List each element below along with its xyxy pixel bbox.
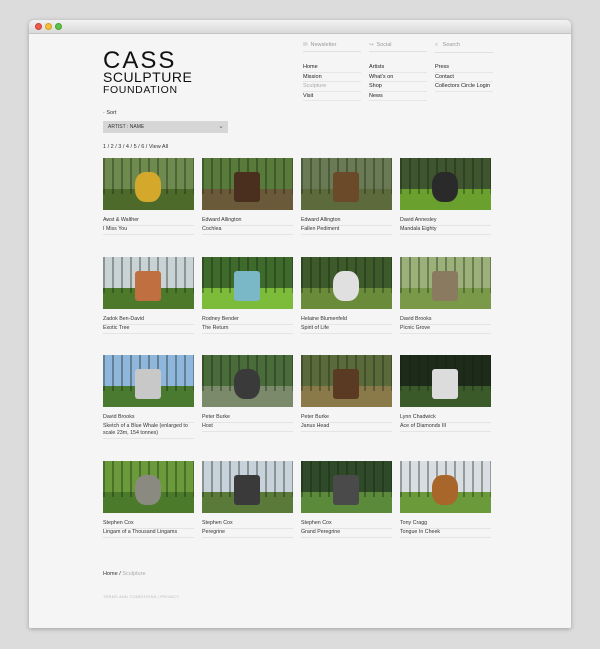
sculpture-thumbnail[interactable]	[301, 461, 392, 513]
sculpture-title[interactable]: Sketch of a Blue Whale (enlarged to scal…	[103, 423, 194, 439]
sculpture-title[interactable]: Janus Head	[301, 423, 392, 432]
sculpture-thumbnail[interactable]	[400, 461, 491, 513]
artist-name[interactable]: Lynn Chadwick	[400, 414, 491, 423]
sculpture-title[interactable]: The Return	[202, 325, 293, 334]
sculpture-title[interactable]: Grand Peregrine	[301, 529, 392, 538]
sculpture-title[interactable]: Ace of Diamonds III	[400, 423, 491, 432]
nav-visit[interactable]: Visit	[303, 92, 361, 101]
breadcrumb: Home / Sculpture	[103, 571, 146, 577]
newsletter-link[interactable]: ✉ Newsletter	[303, 42, 361, 52]
nav-home[interactable]: Home	[303, 63, 361, 73]
sculpture-thumbnail[interactable]	[202, 461, 293, 513]
sculpture-title[interactable]: Cochlea	[202, 226, 293, 235]
footer-links[interactable]: TERMS AND CONDITIONS | PRIVACY	[103, 594, 179, 599]
artist-name[interactable]: Tony Cragg	[400, 520, 491, 529]
sculpture-thumbnail[interactable]	[103, 158, 194, 210]
sculpture-thumbnail[interactable]	[103, 257, 194, 309]
sculpture-thumbnail[interactable]	[400, 158, 491, 210]
sculpture-title[interactable]: Tongue In Cheek	[400, 529, 491, 538]
newsletter-label: Newsletter	[310, 42, 337, 48]
sculpture-title[interactable]: Host	[202, 423, 293, 432]
social-link[interactable]: ↪ Social	[369, 42, 427, 52]
artist-name[interactable]: David Brooks	[400, 316, 491, 325]
search-input[interactable]: ⌕ Search	[435, 42, 493, 53]
nav-sculpture[interactable]: Sculpture	[303, 82, 361, 92]
sculpture-thumbnail[interactable]	[301, 257, 392, 309]
sculpture-title[interactable]: Peregrine	[202, 529, 293, 538]
search-placeholder: Search	[442, 42, 460, 48]
artist-name[interactable]: Zadok Ben-David	[103, 316, 194, 325]
browser-window: CASS SCULPTURE FOUNDATION ✉ Newsletter ↪…	[29, 20, 571, 628]
sculpture-thumbnail[interactable]	[400, 257, 491, 309]
nav-collectors-login[interactable]: Collectors Circle Login	[435, 82, 493, 92]
nav-column-3: Press Contact Collectors Circle Login	[435, 63, 493, 92]
breadcrumb-current: Sculpture	[122, 571, 146, 577]
sculpture-title[interactable]: I Miss You	[103, 226, 194, 235]
site-logo[interactable]: CASS SCULPTURE FOUNDATION	[103, 47, 193, 97]
sculpture-thumbnail[interactable]	[400, 355, 491, 407]
pagination[interactable]: 1 / 2 / 3 / 4 / 5 / 6 / View All	[103, 144, 168, 150]
search-icon: ⌕	[435, 42, 439, 48]
nav-shop[interactable]: Shop	[369, 82, 427, 92]
envelope-icon: ✉	[303, 42, 308, 48]
sort-selected-value: ARTIST : NAME	[108, 124, 145, 130]
artist-name[interactable]: Stephen Cox	[301, 520, 392, 529]
nav-column-2: Artists What's on Shop News	[369, 63, 427, 101]
logo-line-foundation: FOUNDATION	[103, 84, 178, 96]
sculpture-thumbnail[interactable]	[301, 158, 392, 210]
artist-name[interactable]: Awst & Walther	[103, 217, 194, 226]
sculpture-title[interactable]: Spirit of Life	[301, 325, 392, 334]
sculpture-title[interactable]: Fallen Pediment	[301, 226, 392, 235]
artist-name[interactable]: Edward Allington	[301, 217, 392, 226]
sculpture-title[interactable]: Picnic Grove	[400, 325, 491, 334]
sculpture-title[interactable]: Lingam of a Thousand Lingams	[103, 529, 194, 538]
share-icon: ↪	[369, 42, 374, 48]
breadcrumb-home[interactable]: Home	[103, 571, 118, 577]
nav-whats-on[interactable]: What's on	[369, 73, 427, 82]
artist-name[interactable]: David Brooks	[103, 414, 194, 423]
nav-press[interactable]: Press	[435, 63, 493, 73]
sculpture-title[interactable]: Exotic Tree	[103, 325, 194, 334]
artist-name[interactable]: Peter Burke	[202, 414, 293, 423]
artist-name[interactable]: Helaine Blumenfeld	[301, 316, 392, 325]
sculpture-thumbnail[interactable]	[103, 461, 194, 513]
sculpture-thumbnail[interactable]	[301, 355, 392, 407]
artist-name[interactable]: Peter Burke	[301, 414, 392, 423]
sculpture-thumbnail[interactable]	[103, 355, 194, 407]
page-content: CASS SCULPTURE FOUNDATION ✉ Newsletter ↪…	[29, 35, 571, 628]
nav-contact[interactable]: Contact	[435, 73, 493, 82]
logo-line-cass: CASS	[103, 47, 177, 74]
nav-mission[interactable]: Mission	[303, 73, 361, 82]
social-label: Social	[376, 42, 392, 48]
sculpture-thumbnail[interactable]	[202, 355, 293, 407]
nav-artists[interactable]: Artists	[369, 63, 427, 73]
nav-column-1: Home Mission Sculpture Visit	[303, 63, 361, 101]
title-bar	[29, 20, 571, 34]
sculpture-thumbnail[interactable]	[202, 257, 293, 309]
minimize-window-button[interactable]	[45, 23, 52, 30]
artist-name[interactable]: Edward Allington	[202, 217, 293, 226]
sort-label: · Sort	[103, 110, 117, 116]
sort-dropdown[interactable]: ARTIST : NAME ⌄	[103, 121, 228, 133]
nav-news[interactable]: News	[369, 92, 427, 101]
sculpture-thumbnail[interactable]	[202, 158, 293, 210]
logo-line-sculpture: SCULPTURE	[103, 69, 193, 85]
artist-name[interactable]: David Annesley	[400, 217, 491, 226]
artist-name[interactable]: Stephen Cox	[103, 520, 194, 529]
artist-name[interactable]: Stephen Cox	[202, 520, 293, 529]
chevron-down-icon: ⌄	[218, 123, 224, 130]
artist-name[interactable]: Rodney Bender	[202, 316, 293, 325]
maximize-window-button[interactable]	[55, 23, 62, 30]
close-window-button[interactable]	[35, 23, 42, 30]
sculpture-title[interactable]: Mandala Eighty	[400, 226, 491, 235]
